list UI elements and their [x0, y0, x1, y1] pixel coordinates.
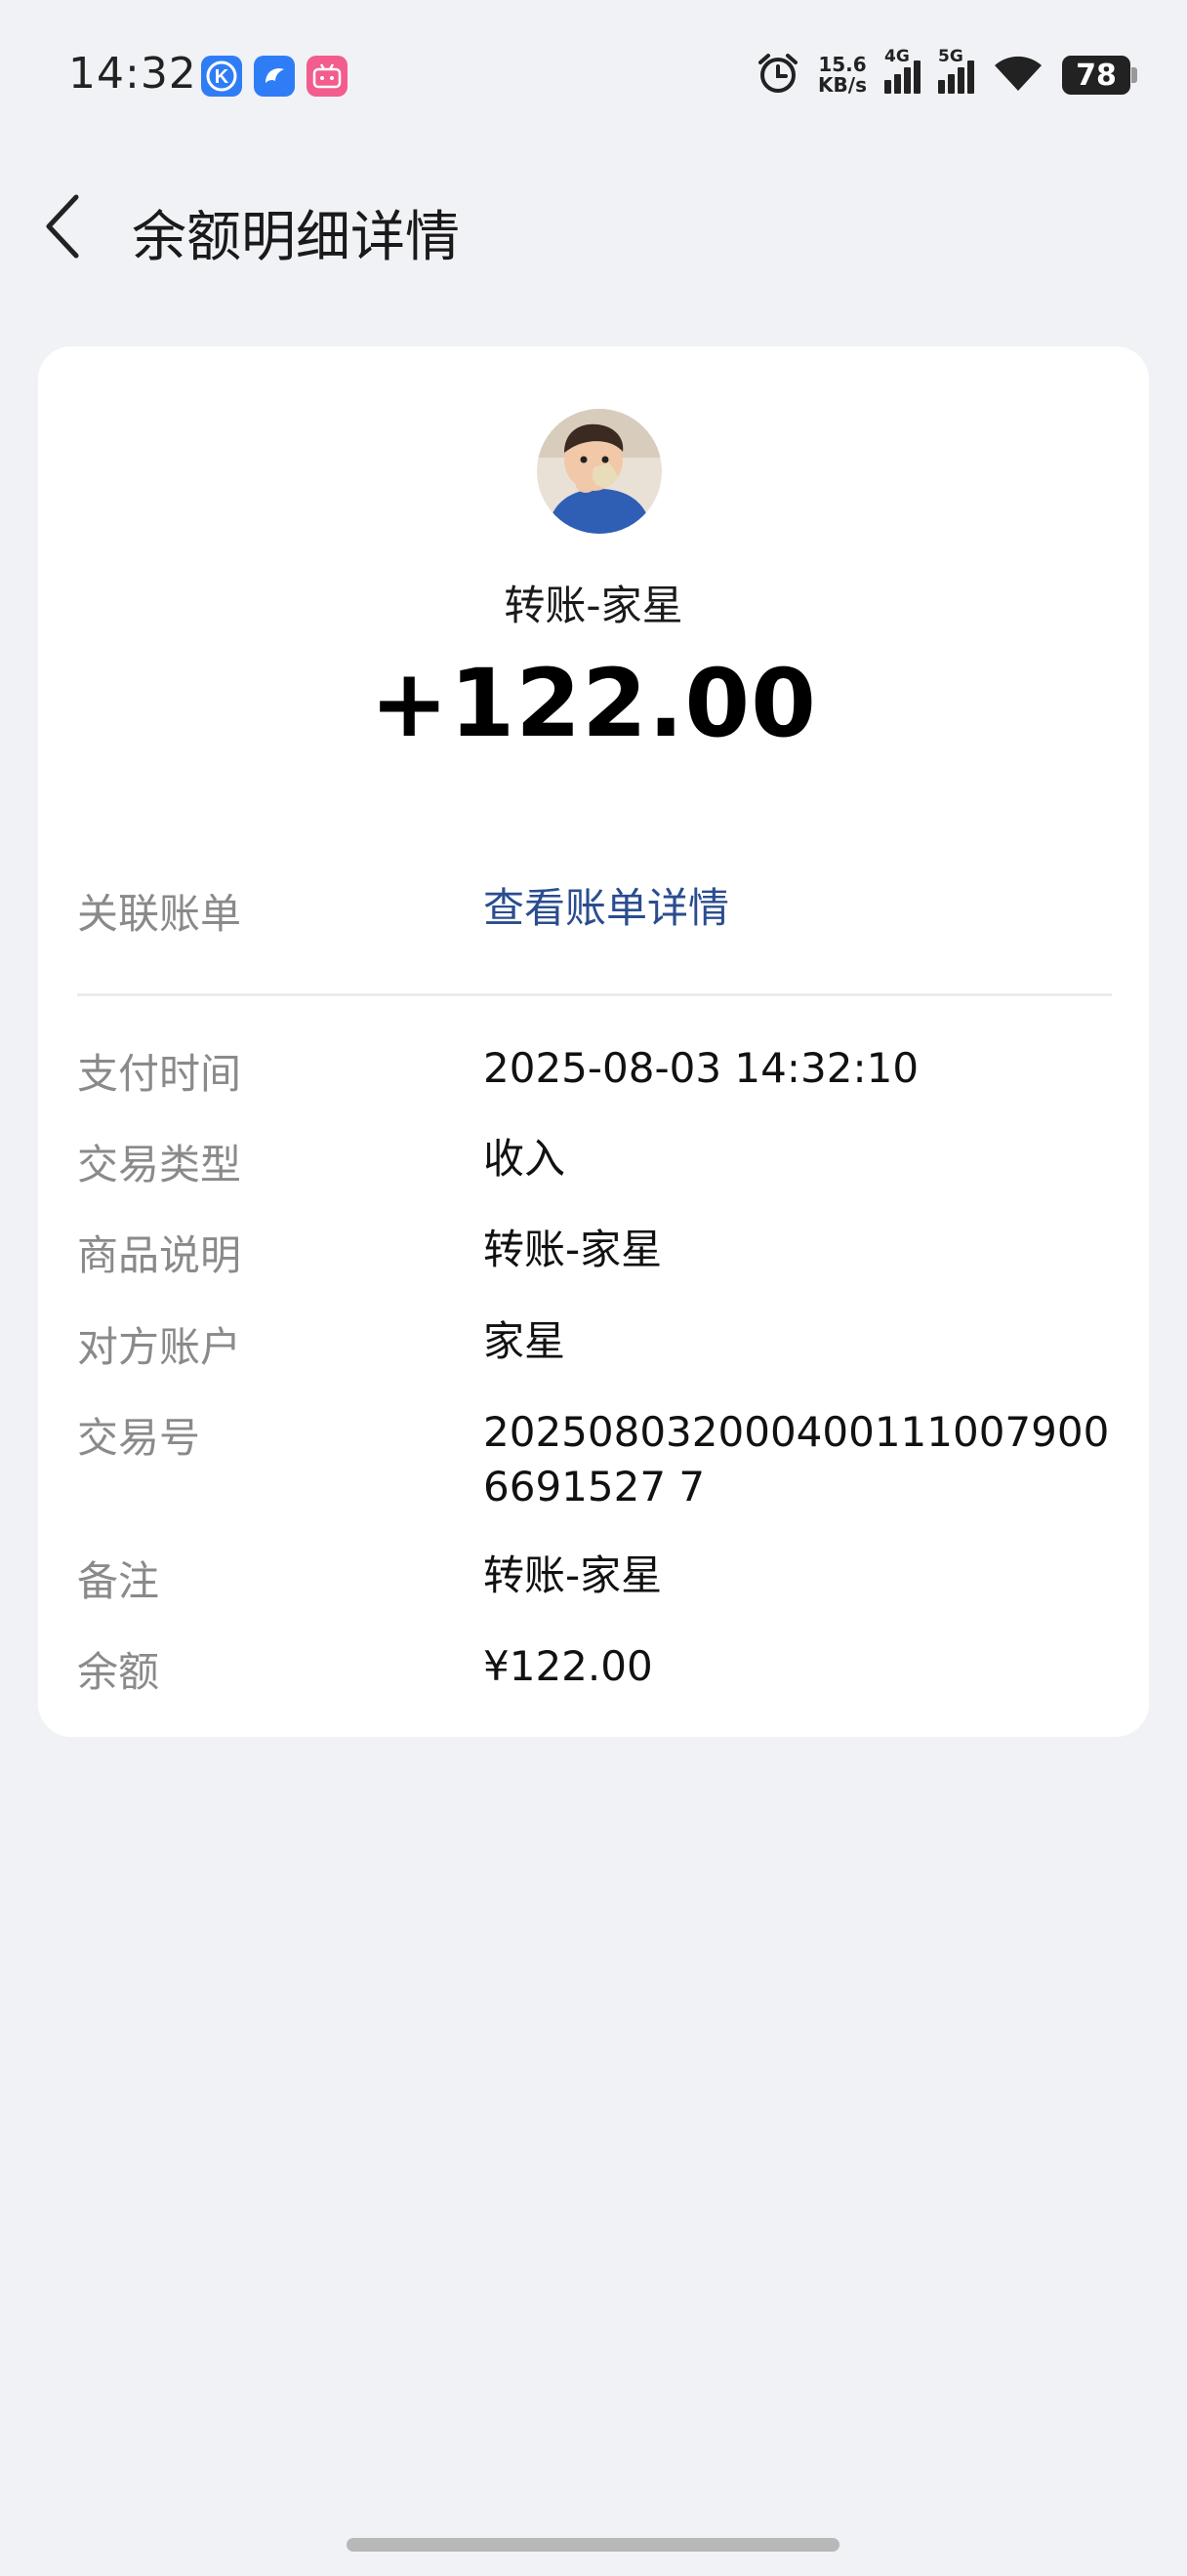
detail-label: 交易号 — [77, 1414, 201, 1462]
avatar — [537, 409, 662, 534]
detail-label: 商品说明 — [77, 1231, 242, 1279]
detail-value: 家星 — [483, 1317, 566, 1365]
battery-icon: 78 — [1062, 56, 1137, 95]
signal-icon: 5G — [938, 47, 974, 94]
detail-label: 余额 — [77, 1648, 160, 1696]
bilibili-app-icon — [307, 56, 348, 97]
k-app-icon: K — [201, 56, 242, 97]
status-bar: 14:32 K 15.6 KB/s 4G 5G 78 — [0, 0, 1187, 146]
detail-label: 对方账户 — [77, 1323, 242, 1371]
net-speed-unit: KB/s — [818, 73, 867, 97]
signal-label-4g: 4G — [884, 47, 910, 66]
transaction-card: 转账-家星 +122.00 关联账单 查看账单详情 支付时间 2025-08-0… — [38, 346, 1149, 1737]
net-speed-value: 15.6 — [818, 53, 867, 76]
home-indicator[interactable] — [347, 2538, 839, 2552]
back-button[interactable] — [39, 187, 88, 265]
detail-value: 收入 — [483, 1135, 566, 1183]
alarm-icon — [756, 51, 800, 100]
battery-level: 78 — [1076, 58, 1117, 93]
dolphin-app-icon — [254, 56, 295, 97]
view-bill-link[interactable]: 查看账单详情 — [483, 881, 1127, 936]
detail-label: 交易类型 — [77, 1141, 242, 1188]
detail-value: 2025-08-03 14:32:10 — [483, 1044, 920, 1092]
wifi-icon — [992, 54, 1044, 97]
payer-name: 转账-家星 — [504, 582, 683, 629]
status-time: 14:32 — [68, 49, 197, 99]
linked-bill-row: 关联账单 查看账单详情 — [77, 881, 1112, 940]
linked-bill-label: 关联账单 — [77, 890, 242, 938]
detail-value: ¥122.00 — [483, 1642, 653, 1690]
detail-value: 转账-家星 — [483, 1226, 663, 1273]
signal-label-5g: 5G — [938, 47, 963, 66]
net-speed: 15.6 KB/s — [818, 55, 867, 96]
transaction-amount: +122.00 — [370, 649, 817, 758]
detail-label: 支付时间 — [77, 1050, 242, 1098]
header: 余额明细详情 — [0, 166, 1187, 283]
detail-value: 2025080320004001110079006691527 7 — [483, 1408, 1110, 1510]
divider — [77, 993, 1112, 996]
detail-value: 转账-家星 — [483, 1551, 663, 1599]
svg-text:K: K — [215, 66, 229, 88]
page-title: 余额明细详情 — [132, 206, 460, 269]
detail-label: 备注 — [77, 1557, 160, 1605]
chevron-left-icon — [46, 194, 79, 259]
signal-icon: 4G — [884, 47, 921, 94]
